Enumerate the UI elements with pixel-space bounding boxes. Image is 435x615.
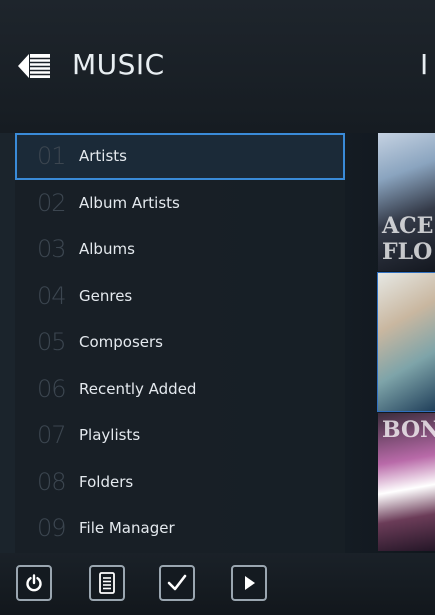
menu-item-number: 06 [37, 374, 67, 403]
menu-item-number: 09 [37, 514, 67, 543]
menu-item-number: 02 [37, 188, 67, 217]
play-icon [245, 576, 255, 590]
menu-item-number: 07 [37, 421, 67, 450]
menu-list-button[interactable] [89, 565, 125, 601]
menu-item-label: Albums [79, 240, 135, 259]
menu-item-playlists[interactable]: 07 Playlists [15, 412, 345, 459]
header-right-label: I [420, 48, 429, 81]
menu-item-recently-added[interactable]: 06 Recently Added [15, 366, 345, 413]
power-button[interactable] [16, 565, 52, 601]
power-icon [26, 574, 42, 592]
menu-item-label: Composers [79, 333, 163, 352]
back-arrow-icon [18, 54, 50, 78]
menu-item-number: 01 [37, 142, 67, 171]
menu-item-folders[interactable]: 08 Folders [15, 459, 345, 506]
list-icon [99, 572, 115, 594]
checkmark-icon [167, 574, 187, 591]
album-art[interactable] [377, 272, 435, 412]
bottom-toolbar [0, 553, 435, 615]
menu-item-label: Album Artists [79, 193, 180, 212]
album-art[interactable]: BON [378, 413, 435, 551]
menu-item-label: Genres [79, 286, 133, 305]
menu-item-label: Folders [79, 472, 134, 491]
menu-item-number: 08 [37, 467, 67, 496]
library-menu: 01 Artists 02 Album Artists 03 Albums 04… [15, 133, 345, 553]
menu-item-label: Playlists [79, 426, 141, 445]
play-button[interactable] [231, 565, 267, 601]
menu-item-albums[interactable]: 03 Albums [15, 226, 345, 273]
menu-item-label: Artists [79, 147, 127, 166]
album-art[interactable]: ACE FLO [378, 133, 435, 271]
album-art-text: BON [382, 417, 435, 443]
media-center-screen: MUSIC I ACE FLO BON 01 Artists 02 Album … [0, 0, 435, 615]
header-bar: MUSIC I [0, 0, 435, 133]
menu-item-artists[interactable]: 01 Artists [15, 133, 345, 180]
menu-item-number: 04 [37, 281, 67, 310]
menu-item-genres[interactable]: 04 Genres [15, 273, 345, 320]
menu-item-label: Recently Added [79, 379, 197, 398]
page-title: MUSIC [72, 48, 165, 81]
select-button[interactable] [159, 565, 195, 601]
menu-item-composers[interactable]: 05 Composers [15, 319, 345, 366]
back-button[interactable] [16, 48, 52, 84]
menu-item-album-artists[interactable]: 02 Album Artists [15, 180, 345, 227]
album-art-text: ACE FLO [382, 213, 434, 265]
menu-item-number: 05 [37, 328, 67, 357]
menu-item-file-manager[interactable]: 09 File Manager [15, 505, 345, 552]
menu-item-number: 03 [37, 235, 67, 264]
menu-item-label: File Manager [79, 519, 175, 538]
